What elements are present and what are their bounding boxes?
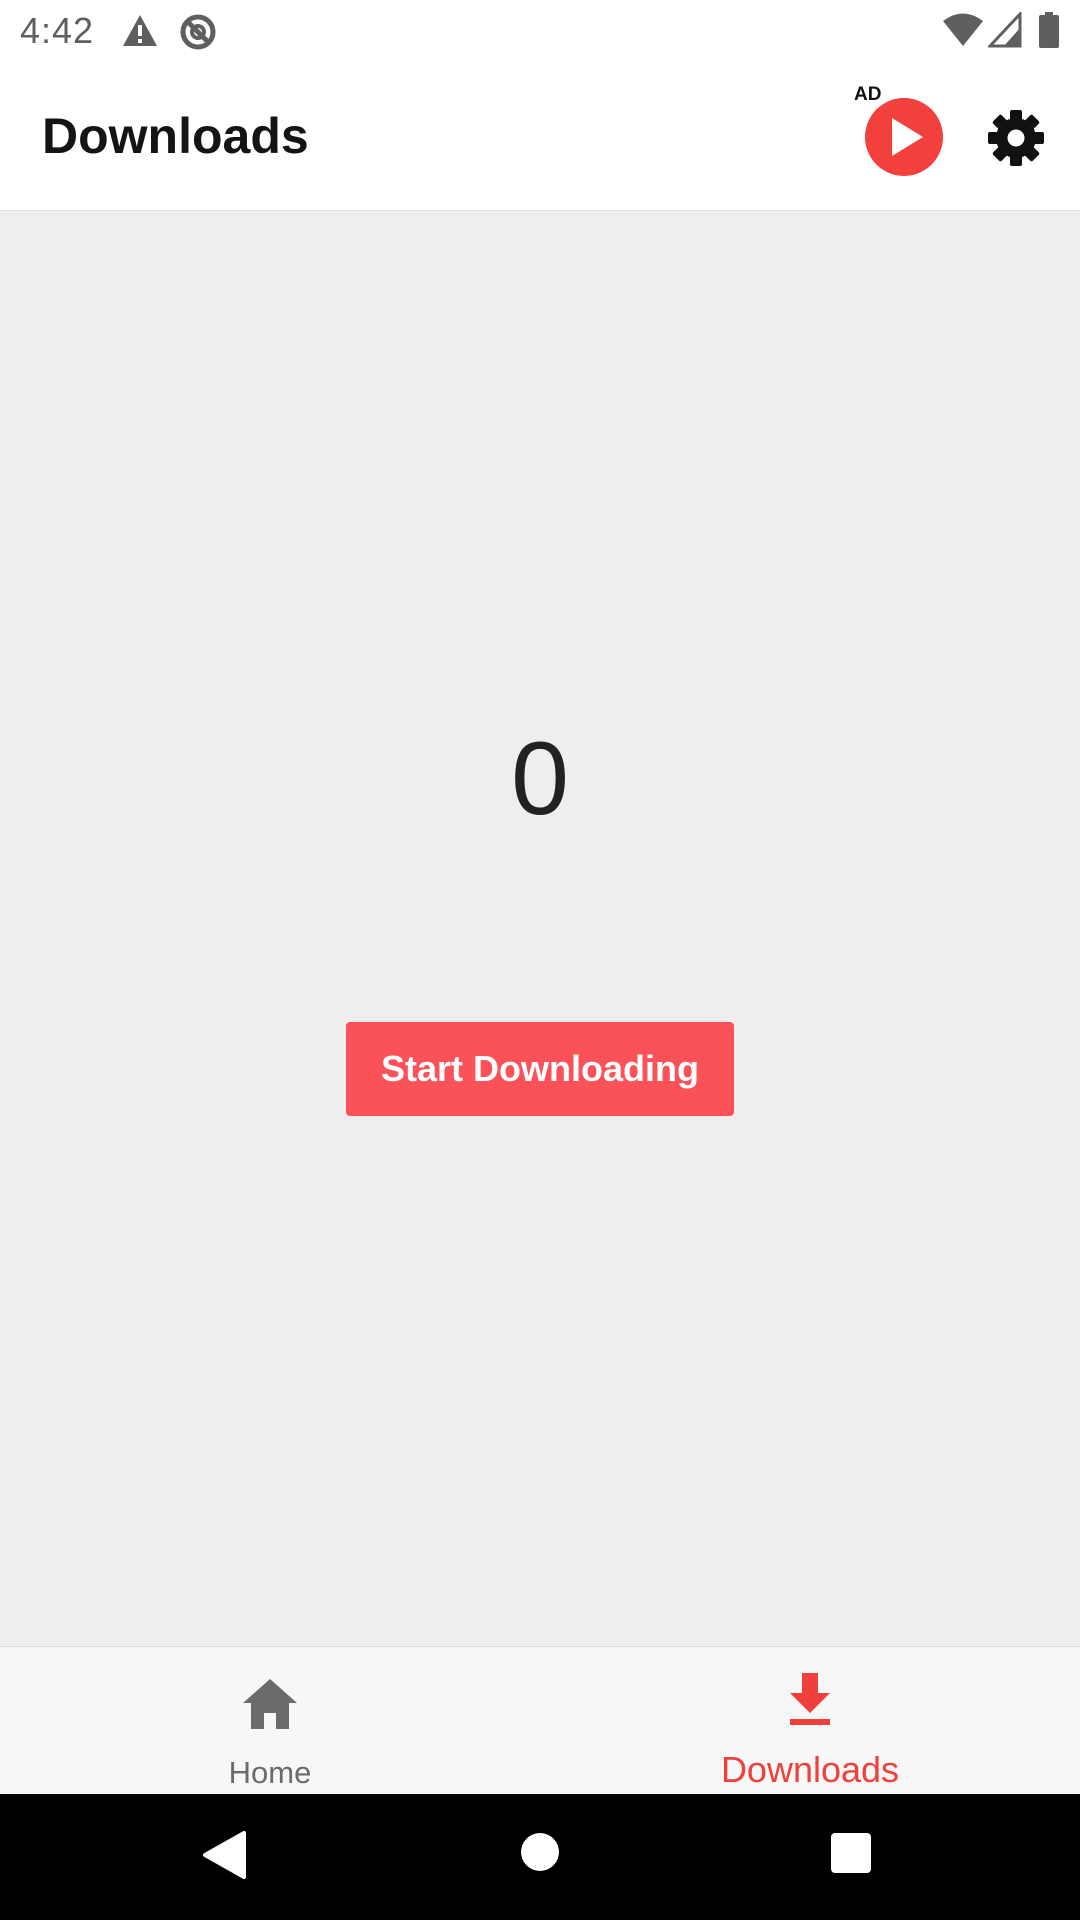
app-bar: Downloads AD: [0, 62, 1080, 211]
bottom-nav: Home Downloads: [0, 1646, 1080, 1795]
ad-button[interactable]: AD: [852, 82, 944, 178]
signal-icon: [988, 12, 1022, 48]
warning-icon: [123, 15, 157, 46]
home-circle-icon[interactable]: [519, 1831, 561, 1873]
start-downloading-button[interactable]: Start Downloading: [346, 1022, 734, 1116]
data-saver-icon: [180, 14, 216, 50]
nav-item-home[interactable]: Home: [0, 1647, 540, 1795]
nav-item-downloads[interactable]: Downloads: [540, 1647, 1080, 1795]
system-nav-bar: [0, 1794, 1080, 1920]
back-icon[interactable]: [200, 1830, 248, 1880]
download-count: 0: [511, 721, 569, 837]
play-icon: [865, 98, 943, 176]
nav-item-label: Downloads: [720, 1749, 900, 1790]
download-icon: [790, 1673, 830, 1725]
screen: 4:42 Downloads AD 0 Start Downloading Ho…: [0, 0, 1080, 1920]
battery-icon: [1039, 12, 1059, 48]
nav-item-label: Home: [228, 1755, 312, 1790]
recents-icon[interactable]: [829, 1831, 873, 1875]
status-time: 4:42: [20, 10, 95, 51]
wifi-icon: [943, 13, 983, 46]
page-title: Downloads: [42, 108, 309, 164]
home-icon: [243, 1679, 297, 1729]
gear-icon[interactable]: [986, 108, 1046, 168]
status-bar: 4:42: [0, 0, 1080, 62]
